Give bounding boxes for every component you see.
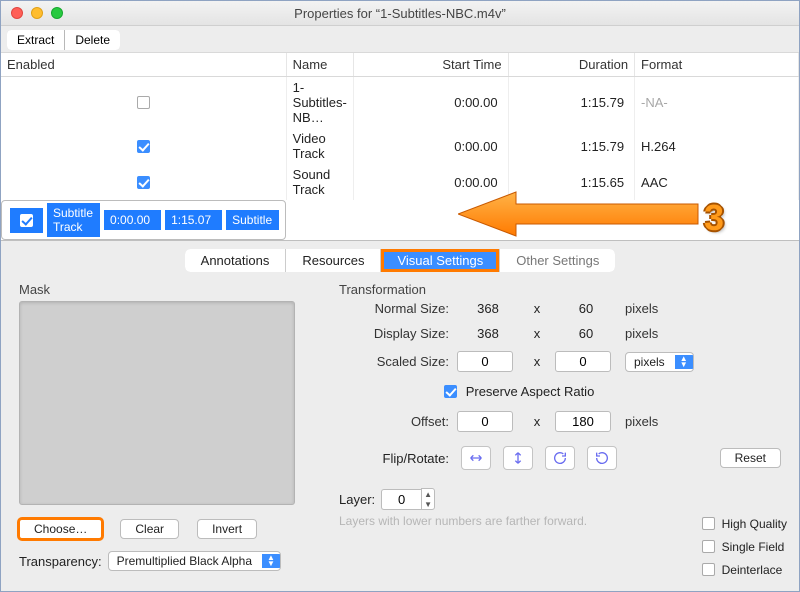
preserve-aspect-checkbox[interactable] — [444, 385, 457, 398]
mask-preview[interactable] — [19, 301, 295, 505]
track-start: 0:00.00 — [353, 77, 508, 129]
track-enabled-checkbox[interactable] — [137, 96, 150, 109]
track-name: Video Track — [286, 128, 353, 164]
high-quality-checkbox[interactable] — [702, 517, 715, 530]
table-row[interactable]: 1-Subtitles-NB…0:00.001:15.79-NA- — [1, 77, 799, 129]
display-size-h: 60 — [555, 326, 617, 341]
track-duration: 1:15.79 — [508, 77, 634, 129]
window-close-button[interactable] — [11, 7, 23, 19]
transparency-value: Premultiplied Black Alpha — [117, 554, 252, 568]
normal-size-label: Normal Size: — [339, 301, 449, 316]
titlebar: Properties for “1-Subtitles-NBC.m4v” — [1, 1, 799, 26]
scaled-size-unit-select[interactable]: pixels ▲▼ — [625, 352, 694, 372]
delete-button[interactable]: Delete — [65, 30, 120, 50]
window-title: Properties for “1-Subtitles-NBC.m4v” — [1, 6, 799, 21]
flip-rotate-label: Flip/Rotate: — [339, 451, 449, 466]
display-size-w: 368 — [457, 326, 519, 341]
properties-window: Properties for “1-Subtitles-NBC.m4v” Ext… — [0, 0, 800, 592]
settings-panel: AnnotationsResourcesVisual SettingsOther… — [1, 241, 799, 591]
layer-label: Layer: — [339, 492, 375, 507]
normal-size-w: 368 — [457, 301, 519, 316]
scaled-size-w-input[interactable] — [457, 351, 513, 372]
mask-label: Mask — [19, 282, 305, 297]
mask-fieldset: Mask Choose… Clear Invert Transparency: … — [9, 278, 315, 581]
flip-horizontal-button[interactable] — [461, 446, 491, 470]
offset-y-input[interactable] — [555, 411, 611, 432]
col-name[interactable]: Name — [286, 53, 353, 77]
rotate-cw-icon — [552, 450, 568, 466]
mask-invert-button[interactable]: Invert — [197, 519, 257, 539]
track-name: 1-Subtitles-NB… — [286, 77, 353, 129]
track-name: Sound Track — [286, 164, 353, 200]
preserve-aspect-label: Preserve Aspect Ratio — [466, 384, 595, 399]
display-size-unit: pixels — [625, 326, 695, 341]
track-enabled-checkbox[interactable] — [20, 214, 33, 227]
mask-choose-button[interactable]: Choose… — [19, 519, 102, 539]
track-duration: 1:15.65 — [508, 164, 634, 200]
select-stepper-icon: ▲▼ — [262, 554, 280, 568]
offset-label: Offset: — [339, 414, 449, 429]
offset-x-input[interactable] — [457, 411, 513, 432]
offset-unit: pixels — [625, 414, 695, 429]
tabbar: AnnotationsResourcesVisual SettingsOther… — [9, 249, 791, 272]
transparency-select[interactable]: Premultiplied Black Alpha ▲▼ — [108, 551, 281, 571]
layer-input[interactable] — [381, 489, 421, 510]
track-start: 0:00.00 — [104, 210, 161, 230]
display-size-label: Display Size: — [339, 326, 449, 341]
track-start: 0:00.00 — [353, 128, 508, 164]
quality-options: High Quality Single Field Deinterlace — [698, 514, 787, 579]
transformation-label: Transformation — [339, 282, 781, 297]
col-duration[interactable]: Duration — [508, 53, 634, 77]
select-stepper-icon: ▲▼ — [675, 355, 693, 369]
normal-size-unit: pixels — [625, 301, 695, 316]
stepper-arrows-icon[interactable]: ▲▼ — [421, 488, 435, 510]
flip-vertical-button[interactable] — [503, 446, 533, 470]
track-format: AAC — [635, 164, 799, 200]
rotate-ccw-button[interactable] — [587, 446, 617, 470]
scaled-size-label: Scaled Size: — [339, 354, 449, 369]
table-row[interactable]: Sound Track0:00.001:15.65AAC — [1, 164, 799, 200]
track-duration: 1:15.79 — [508, 128, 634, 164]
single-field-checkbox[interactable] — [702, 540, 715, 553]
table-row[interactable]: Subtitle Track0:00.001:15.07Subtitle — [1, 200, 286, 240]
track-start: 0:00.00 — [353, 164, 508, 200]
flip-vertical-icon — [510, 450, 526, 466]
mask-clear-button[interactable]: Clear — [120, 519, 179, 539]
col-enabled[interactable]: Enabled — [1, 53, 286, 77]
track-duration: 1:15.07 — [165, 210, 222, 230]
transparency-label: Transparency: — [19, 554, 102, 569]
track-format: -NA- — [635, 77, 799, 129]
tracks-table: Enabled Name Start Time Duration Format … — [1, 52, 799, 241]
layer-stepper[interactable]: ▲▼ — [381, 488, 435, 510]
tab-resources[interactable]: Resources — [286, 249, 381, 272]
table-row[interactable]: Video Track0:00.001:15.79H.264 — [1, 128, 799, 164]
col-format[interactable]: Format — [635, 53, 799, 77]
track-format: H.264 — [635, 128, 799, 164]
tab-visual-settings[interactable]: Visual Settings — [381, 249, 500, 272]
extract-button[interactable]: Extract — [7, 30, 65, 50]
window-zoom-button[interactable] — [51, 7, 63, 19]
rotate-ccw-icon — [594, 450, 610, 466]
rotate-cw-button[interactable] — [545, 446, 575, 470]
col-start[interactable]: Start Time — [353, 53, 508, 77]
track-enabled-checkbox[interactable] — [137, 176, 150, 189]
track-format: Subtitle — [226, 210, 279, 230]
window-minimize-button[interactable] — [31, 7, 43, 19]
normal-size-h: 60 — [555, 301, 617, 316]
scaled-size-h-input[interactable] — [555, 351, 611, 372]
tab-annotations[interactable]: Annotations — [185, 249, 287, 272]
track-enabled-checkbox[interactable] — [137, 140, 150, 153]
flip-horizontal-icon — [468, 450, 484, 466]
toolbar: Extract Delete — [1, 26, 799, 52]
reset-button[interactable]: Reset — [720, 448, 781, 468]
track-name: Subtitle Track — [47, 203, 100, 237]
tab-other-settings[interactable]: Other Settings — [500, 249, 615, 272]
deinterlace-checkbox[interactable] — [702, 563, 715, 576]
transformation-fieldset: Transformation Normal Size: 368 x 60 pix… — [329, 278, 791, 581]
